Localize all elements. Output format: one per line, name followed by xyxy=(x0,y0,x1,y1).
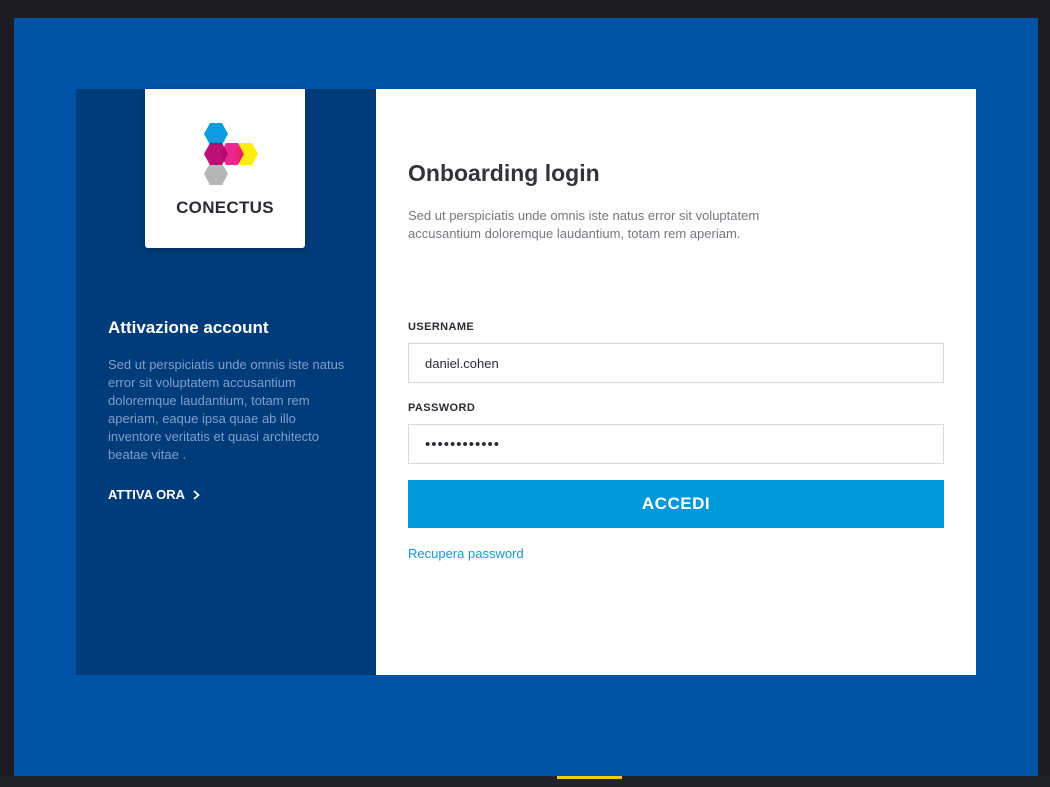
chevron-right-icon xyxy=(193,489,200,500)
activation-panel: CONECTUS Attivazione account Sed ut pers… xyxy=(76,89,376,675)
taskbar-strip xyxy=(0,776,1050,787)
login-button[interactable]: ACCEDI xyxy=(408,480,944,528)
hexagon-cluster-icon xyxy=(204,123,258,185)
username-input[interactable] xyxy=(408,343,944,383)
login-panel: Onboarding login Sed ut perspiciatis und… xyxy=(376,89,976,675)
activate-now-link[interactable]: ATTIVA ORA xyxy=(108,487,200,502)
password-label: PASSWORD xyxy=(408,402,476,414)
username-label: USERNAME xyxy=(408,321,475,333)
activation-description: Sed ut perspiciatis unde omnis iste natu… xyxy=(108,357,345,462)
brand-name: CONECTUS xyxy=(176,198,274,217)
recover-password-link[interactable]: Recupera password xyxy=(408,546,524,561)
active-indicator xyxy=(557,776,622,779)
activation-title: Attivazione account xyxy=(108,318,269,337)
login-description: Sed ut perspiciatis unde omnis iste natu… xyxy=(408,208,760,241)
password-input[interactable] xyxy=(408,424,944,464)
page-title: Onboarding login xyxy=(408,160,600,186)
logo: CONECTUS xyxy=(145,89,305,248)
activate-now-label: ATTIVA ORA xyxy=(108,487,186,502)
login-card: CONECTUS Attivazione account Sed ut pers… xyxy=(76,89,976,675)
